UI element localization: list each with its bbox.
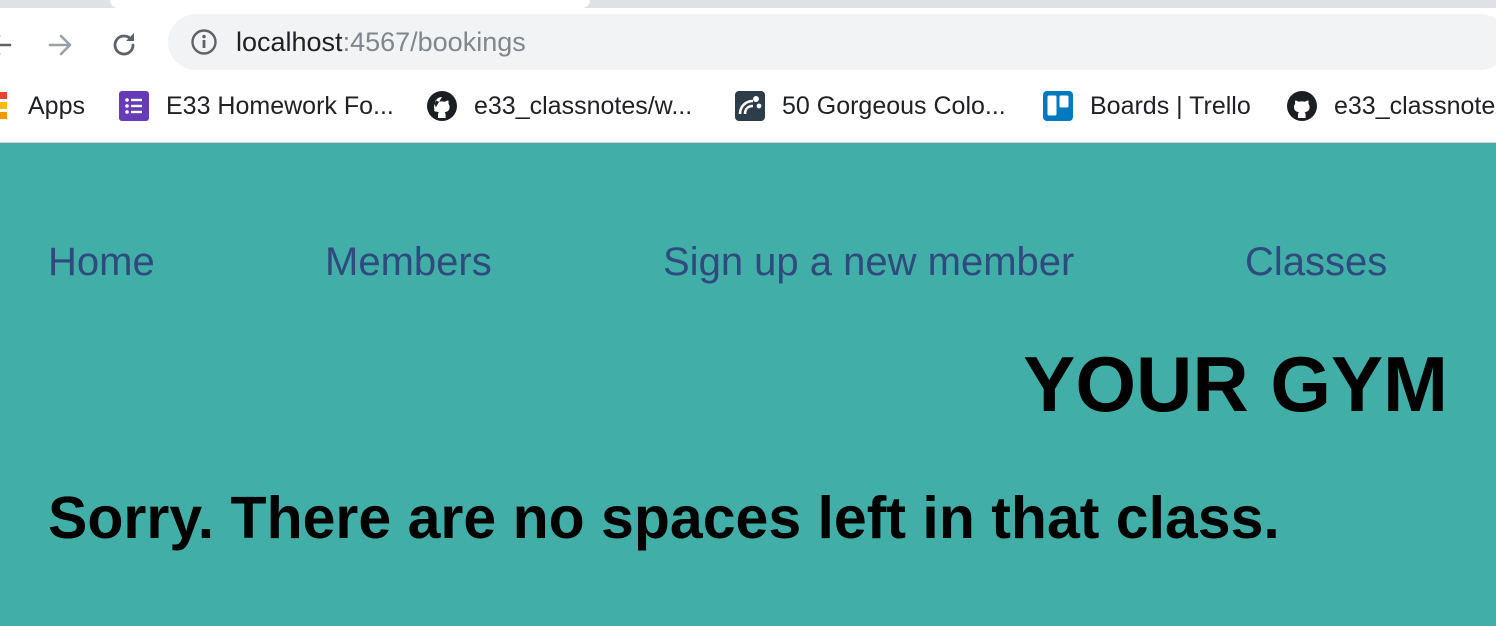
apps-grid-icon [0, 90, 12, 122]
page-content: Home Members Sign up a new member Classe… [0, 143, 1496, 626]
info-icon[interactable] [190, 28, 218, 56]
trello-icon [1042, 90, 1074, 122]
address-bar[interactable]: localhost:4567/bookings [168, 14, 1496, 70]
forward-arrow-icon [48, 34, 72, 56]
back-button[interactable] [0, 25, 20, 65]
browser-toolbar: localhost:4567/bookings [0, 8, 1496, 78]
nav-link-signup[interactable]: Sign up a new member [663, 240, 1074, 284]
bookmark-apps[interactable]: Apps [0, 90, 85, 122]
bookmark-label: Apps [28, 91, 85, 120]
nav-link-classes[interactable]: Classes [1245, 240, 1387, 284]
bookmarks-bar: Apps E33 Homework Fo... e33_classnotes/w… [0, 78, 1496, 143]
bookmark-label: 50 Gorgeous Colo... [782, 91, 1006, 120]
error-message: Sorry. There are no spaces left in that … [48, 485, 1280, 551]
github-icon [426, 90, 458, 122]
tab-strip [0, 0, 1496, 8]
url-text[interactable]: localhost:4567/bookings [236, 28, 526, 56]
github-icon [1286, 90, 1318, 122]
bookmark-e33-classnotes[interactable]: e33_classnotes/w... [426, 90, 692, 122]
reload-icon [113, 33, 135, 56]
bookmark-label: e33_classnotes/w... [474, 91, 693, 120]
back-arrow-icon [0, 35, 12, 55]
url-path: :4567/bookings [342, 27, 526, 57]
site-title: YOUR GYM [1023, 340, 1448, 428]
nav-link-members[interactable]: Members [325, 240, 492, 284]
bookmark-trello[interactable]: Boards | Trello [1042, 90, 1251, 122]
reload-button[interactable] [104, 25, 144, 65]
bookmark-50-gorgeous[interactable]: 50 Gorgeous Colo... [734, 90, 1006, 122]
palette-icon [734, 90, 766, 122]
google-forms-icon [118, 90, 150, 122]
active-tab[interactable] [110, 0, 590, 8]
forward-button[interactable] [40, 25, 80, 65]
bookmark-label: Boards | Trello [1090, 91, 1251, 120]
bookmark-e33-classnotes-2[interactable]: e33_classnote [1286, 90, 1495, 122]
bookmark-label: e33_classnote [1334, 91, 1496, 120]
nav-link-home[interactable]: Home [48, 240, 155, 284]
url-host: localhost [236, 27, 343, 57]
bookmark-label: E33 Homework Fo... [166, 91, 394, 120]
bookmark-e33-homework[interactable]: E33 Homework Fo... [118, 90, 394, 122]
